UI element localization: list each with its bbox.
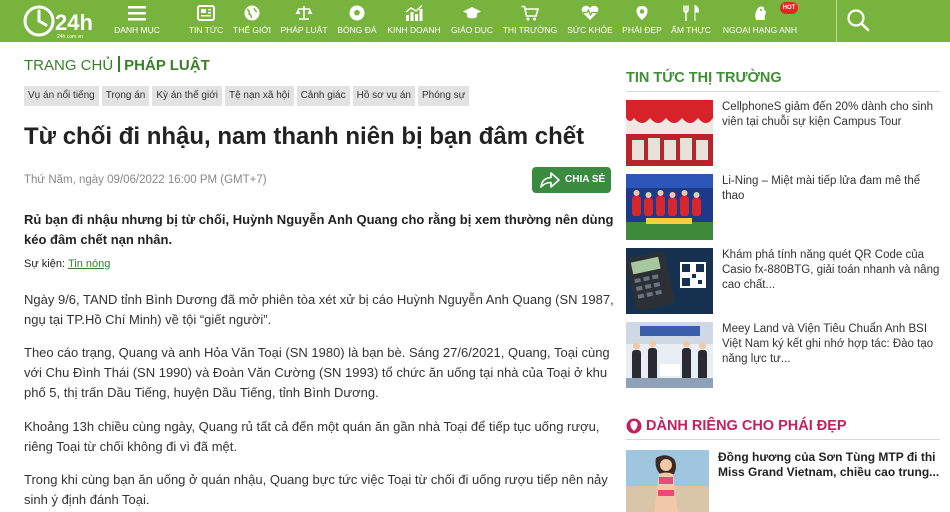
- event-line: Sự kiện: Tin nóng: [24, 256, 110, 272]
- tag-ky-an-the-gioi[interactable]: Kỳ án thế giới: [152, 86, 222, 106]
- news-icon: [197, 5, 215, 21]
- globe-icon: [244, 5, 260, 21]
- article-paragraph: Khoảng 13h chiều cùng ngày, Quang rủ tất…: [24, 419, 600, 454]
- heart-pulse-icon: [581, 5, 599, 20]
- menu-toggle-button[interactable]: DANH MỤC: [110, 0, 164, 42]
- article-date: Thứ Năm, ngày 09/06/2022 16:00 PM (GMT+7…: [24, 174, 267, 186]
- breadcrumb-home-link[interactable]: TRANG CHỦ: [24, 57, 113, 74]
- event-label: Sự kiện:: [24, 258, 65, 270]
- news-headline[interactable]: Li-Ning – Miệt mài tiếp lửa đam mê thể t…: [722, 174, 940, 204]
- news-thumbnail[interactable]: [626, 100, 713, 166]
- nav-item-the-gioi[interactable]: THẾ GIỚI: [230, 0, 274, 42]
- section-divider: [626, 91, 940, 92]
- nav-item-suc-khoe[interactable]: SỨC KHỎE: [564, 0, 616, 42]
- tag-vu-an-noi-tieng[interactable]: Vụ án nổi tiếng: [24, 86, 99, 106]
- section-divider: [626, 439, 940, 440]
- search-button[interactable]: [846, 8, 870, 32]
- nav-item-thi-truong[interactable]: THỊ TRƯỜNG: [500, 0, 560, 42]
- market-news-item[interactable]: CellphoneS giảm đến 20% dành cho sinh vi…: [626, 100, 940, 166]
- news-headline[interactable]: Meey Land và Viện Tiêu Chuẩn Anh BSI Việ…: [722, 322, 940, 367]
- search-icon: [847, 9, 870, 32]
- top-nav-bar: 24h 24h.com.vn DANH MỤC TIN TỨC THẾ GIỚI…: [0, 0, 950, 42]
- nav-item-phai-dep[interactable]: PHÁI ĐẸP: [620, 0, 664, 42]
- market-news-title[interactable]: TIN TỨC THỊ TRƯỜNG: [626, 68, 782, 88]
- nav-item-phap-luat[interactable]: PHÁP LUẬT: [278, 0, 330, 42]
- news-thumbnail[interactable]: [626, 322, 713, 388]
- tag-canh-giac[interactable]: Cảnh giác: [296, 86, 350, 106]
- chart-icon: [405, 5, 423, 21]
- share-arrow-icon: [540, 172, 560, 188]
- market-news-item[interactable]: Khám phá tính năng quét QR Code của Casi…: [626, 248, 940, 314]
- market-news-item[interactable]: Li-Ning – Miệt mài tiếp lửa đam mê thể t…: [626, 174, 940, 240]
- article-paragraph: Theo cáo trạng, Quang và anh Hỏa Văn Toạ…: [24, 345, 610, 400]
- news-headline[interactable]: CellphoneS giảm đến 20% dành cho sinh vi…: [722, 100, 940, 130]
- event-link-tin-nong[interactable]: Tin nóng: [68, 258, 110, 270]
- news-thumbnail[interactable]: [626, 174, 713, 240]
- tag-trong-an[interactable]: Trọng án: [101, 86, 150, 106]
- nav-item-giao-duc[interactable]: GIÁO DỤC: [448, 0, 496, 42]
- news-headline[interactable]: Khám phá tính năng quét QR Code của Casi…: [722, 248, 940, 293]
- nav-item-bong-da[interactable]: BÓNG ĐÁ: [336, 0, 378, 42]
- category-tags: Vụ án nổi tiếng Trọng án Kỳ án thế giới Tệ …: [24, 86, 472, 106]
- beauty-news-item[interactable]: Đồng hương của Sơn Tùng MTP đi thi Miss …: [626, 450, 940, 512]
- news-thumbnail[interactable]: [626, 248, 713, 314]
- share-label: CHIA SẺ: [565, 174, 606, 185]
- tag-phong-su[interactable]: Phóng sự: [417, 86, 470, 106]
- soccer-ball-icon: [349, 5, 365, 21]
- breadcrumb: TRANG CHỦ PHÁP LUẬT: [24, 56, 210, 76]
- beauty-section-icon: [626, 418, 642, 434]
- site-logo[interactable]: 24h 24h.com.vn: [22, 2, 92, 40]
- svg-text:24h: 24h: [55, 10, 92, 35]
- article-title: Từ chối đi nhậu, nam thanh niên bị bạn đ…: [24, 123, 585, 150]
- menu-label: DANH MỤC: [114, 25, 160, 35]
- beauty-thumbnail[interactable]: [626, 450, 709, 512]
- market-news-item[interactable]: Meey Land và Viện Tiêu Chuẩn Anh BSI Việ…: [626, 322, 940, 388]
- article-paragraph: Trong khi cùng bạn ăn uống ở quán nhậu, …: [24, 472, 608, 507]
- hamburger-icon: [128, 6, 146, 21]
- beauty-icon: [636, 6, 648, 20]
- cart-icon: [521, 5, 539, 21]
- breadcrumb-separator: [118, 56, 121, 72]
- nav-item-tin-tuc[interactable]: TIN TỨC: [186, 0, 226, 42]
- breadcrumb-current[interactable]: PHÁP LUẬT: [124, 57, 210, 74]
- graduation-cap-icon: [463, 7, 481, 19]
- hot-badge: HOT: [780, 2, 798, 14]
- beauty-headline[interactable]: Đồng hương của Sơn Tùng MTP đi thi Miss …: [718, 450, 940, 480]
- tag-ho-so-vu-an[interactable]: Hồ sơ vụ án: [352, 86, 415, 106]
- article-paragraph: Ngày 9/6, TAND tỉnh Bình Dương đã mở phi…: [24, 292, 614, 327]
- utensils-icon: [683, 5, 700, 21]
- svg-text:24h.com.vn: 24h.com.vn: [57, 34, 83, 40]
- share-button[interactable]: CHIA SẺ: [532, 167, 611, 193]
- nav-divider: [836, 0, 837, 42]
- tag-te-nan-xa-hoi[interactable]: Tệ nạn xã hội: [224, 86, 294, 106]
- scale-icon: [295, 6, 313, 20]
- nav-item-kinh-doanh[interactable]: KINH DOANH: [384, 0, 444, 42]
- article-lead: Rủ bạn đi nhậu nhưng bị từ chối, Huỳnh N…: [24, 212, 614, 247]
- nav-item-am-thuc[interactable]: ẨM THỰC: [668, 0, 714, 42]
- beauty-section-title[interactable]: DÀNH RIÊNG CHO PHÁI ĐẸP: [646, 416, 847, 436]
- premier-league-icon: [755, 6, 766, 20]
